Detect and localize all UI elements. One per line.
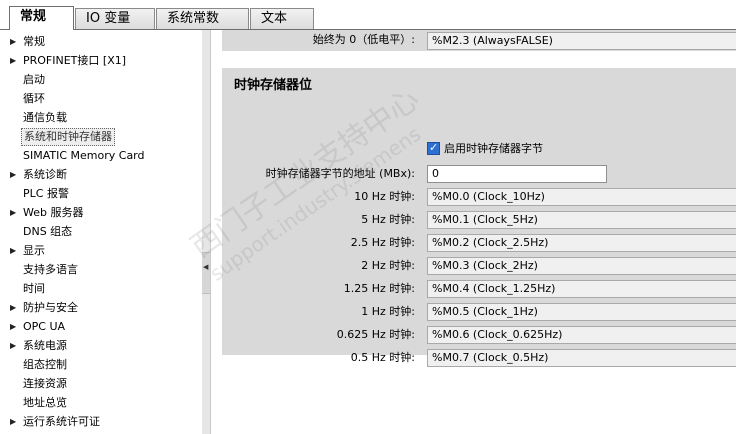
expand-arrow-icon[interactable]: ▶ xyxy=(10,203,18,222)
expand-arrow-icon[interactable]: ▶ xyxy=(10,241,18,260)
clock-label: 1.25 Hz 时钟: xyxy=(343,282,415,295)
tree-item-label: 系统和时钟存储器 xyxy=(21,128,115,146)
tree-item-label: 组态控制 xyxy=(23,358,67,371)
clock-field: %M0.1 (Clock_5Hz) xyxy=(427,211,736,229)
tree-item-label: 防护与安全 xyxy=(23,301,78,314)
tree-item-general[interactable]: ▶ 常规 xyxy=(0,32,200,51)
checkbox-label: 启用时钟存储器字节 xyxy=(444,142,543,155)
always-false-row: 始终为 0（低电平）: %M2.3 (AlwaysFALSE) xyxy=(222,30,736,51)
clock-field: %M0.4 (Clock_1.25Hz) xyxy=(427,280,736,298)
triangle-left-icon[interactable]: ◀ xyxy=(203,263,208,271)
tree-item-dns[interactable]: DNS 组态 xyxy=(0,222,200,241)
clock-label: 0.5 Hz 时钟: xyxy=(350,351,415,364)
tree-item-comm-load[interactable]: 通信负载 xyxy=(0,108,200,127)
tree-item-label: 支持多语言 xyxy=(23,263,78,276)
tree-item-label: Web 服务器 xyxy=(23,206,84,219)
enable-clock-memory-checkbox[interactable]: ✓ xyxy=(427,140,440,155)
tree-item-label: SIMATIC Memory Card xyxy=(23,149,145,162)
tree-item-system-diagnostics[interactable]: ▶ 系统诊断 xyxy=(0,165,200,184)
tree-item-protection-security[interactable]: ▶ 防护与安全 xyxy=(0,298,200,317)
tree-item-cycle[interactable]: 循环 xyxy=(0,89,200,108)
clock-field: %M0.2 (Clock_2.5Hz) xyxy=(427,234,736,252)
tab-system-constants[interactable]: 系统常数 xyxy=(156,8,249,29)
clock-field: %M0.0 (Clock_10Hz) xyxy=(427,188,736,206)
panel-splitter[interactable]: ◀ xyxy=(202,30,211,434)
tree-item-config-control[interactable]: 组态控制 xyxy=(0,355,200,374)
always-false-label: 始终为 0（低电平）: xyxy=(312,33,415,46)
tree-item-label: DNS 组态 xyxy=(23,225,73,238)
enable-clock-memory-row[interactable]: ✓ 启用时钟存储器字节 xyxy=(427,141,543,157)
splitter-grip[interactable] xyxy=(202,252,210,294)
tree-item-multilanguage[interactable]: 支持多语言 xyxy=(0,260,200,279)
expand-arrow-icon[interactable]: ▶ xyxy=(10,51,18,70)
clock-field: %M0.6 (Clock_0.625Hz) xyxy=(427,326,736,344)
navigation-tree: ▶ 常规 ▶ PROFINET接口 [X1] 启动 循环 通信负载 系统和时钟存… xyxy=(0,30,203,434)
tree-item-label: 地址总览 xyxy=(23,396,67,409)
expand-arrow-icon[interactable]: ▶ xyxy=(10,32,18,51)
tab-texts[interactable]: 文本 xyxy=(250,8,314,29)
expand-arrow-icon[interactable]: ▶ xyxy=(10,298,18,317)
clock-label: 5 Hz 时钟: xyxy=(361,213,415,226)
tab-io-tags[interactable]: IO 变量 xyxy=(75,8,155,29)
clock-field: %M0.7 (Clock_0.5Hz) xyxy=(427,349,736,367)
tree-item-label: 系统电源 xyxy=(23,339,67,352)
tree-item-system-clock-memory[interactable]: 系统和时钟存储器 xyxy=(0,127,200,146)
clock-field: %M0.3 (Clock_2Hz) xyxy=(427,257,736,275)
tree-item-display[interactable]: ▶ 显示 xyxy=(0,241,200,260)
tree-item-label: OPC UA xyxy=(23,320,66,333)
tree-item-label: PROFINET接口 [X1] xyxy=(23,54,127,67)
address-label: 时钟存储器字节的地址 (MBx): xyxy=(265,167,415,180)
clock-label: 1 Hz 时钟: xyxy=(361,305,415,318)
tree-item-profinet[interactable]: ▶ PROFINET接口 [X1] xyxy=(0,51,200,70)
expand-arrow-icon[interactable]: ▶ xyxy=(10,165,18,184)
tab-bar: 常规 IO 变量 系统常数 文本 xyxy=(0,0,736,30)
tree-item-label: 通信负载 xyxy=(23,111,67,124)
tree-item-plc-alarms[interactable]: PLC 报警 xyxy=(0,184,200,203)
tree-item-web-server[interactable]: ▶ Web 服务器 xyxy=(0,203,200,222)
clock-label: 2.5 Hz 时钟: xyxy=(350,236,415,249)
expand-arrow-icon[interactable]: ▶ xyxy=(10,412,18,431)
checkmark-icon: ✓ xyxy=(429,140,439,154)
expand-arrow-icon[interactable]: ▶ xyxy=(10,317,18,336)
tab-general[interactable]: 常规 xyxy=(9,6,74,30)
address-input[interactable]: 0 xyxy=(427,165,607,183)
tree-item-label: 时间 xyxy=(23,282,45,295)
tree-item-label: 运行系统许可证 xyxy=(23,415,100,428)
tree-item-address-overview[interactable]: 地址总览 xyxy=(0,393,200,412)
tree-item-label: 系统诊断 xyxy=(23,168,67,181)
tree-item-time[interactable]: 时间 xyxy=(0,279,200,298)
tree-item-opc-ua[interactable]: ▶ OPC UA xyxy=(0,317,200,336)
tree-item-label: 循环 xyxy=(23,92,45,105)
clock-label: 2 Hz 时钟: xyxy=(361,259,415,272)
tree-item-label: 显示 xyxy=(23,244,45,257)
tree-item-label: 连接资源 xyxy=(23,377,67,390)
tree-item-label: 常规 xyxy=(23,35,45,48)
tree-item-system-power[interactable]: ▶ 系统电源 xyxy=(0,336,200,355)
tree-item-label: 启动 xyxy=(23,73,45,86)
clock-memory-section: 时钟存储器位 ✓ 启用时钟存储器字节 时钟存储器字节的地址 (MBx): 0 10… xyxy=(222,68,736,367)
tree-item-runtime-licenses[interactable]: ▶ 运行系统许可证 xyxy=(0,412,200,431)
tree-item-connection-resources[interactable]: 连接资源 xyxy=(0,374,200,393)
clock-label: 10 Hz 时钟: xyxy=(354,190,415,203)
clock-field: %M0.5 (Clock_1Hz) xyxy=(427,303,736,321)
tree-item-label: PLC 报警 xyxy=(23,187,69,200)
tree-item-startup[interactable]: 启动 xyxy=(0,70,200,89)
tree-item-memory-card[interactable]: SIMATIC Memory Card xyxy=(0,146,200,165)
clock-label: 0.625 Hz 时钟: xyxy=(336,328,415,341)
always-false-field: %M2.3 (AlwaysFALSE) xyxy=(427,32,736,50)
expand-arrow-icon[interactable]: ▶ xyxy=(10,336,18,355)
section-title: 时钟存储器位 xyxy=(234,78,313,93)
properties-panel: 始终为 0（低电平）: %M2.3 (AlwaysFALSE) 时钟存储器位 ✓… xyxy=(211,30,736,434)
